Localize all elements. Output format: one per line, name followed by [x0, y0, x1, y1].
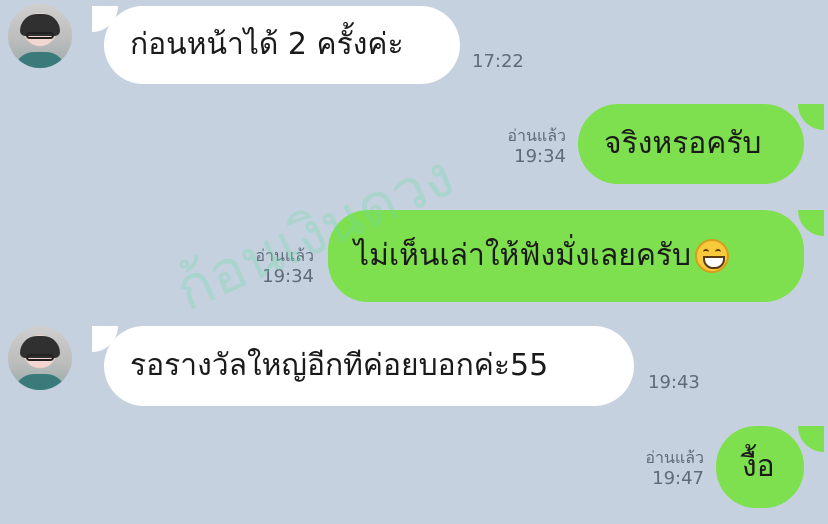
- outgoing-message-bubble[interactable]: ไม่เห็นเล่าให้ฟังมั่งเลยครับ: [328, 210, 804, 302]
- grinning-face-emoji-icon: [695, 239, 730, 273]
- read-receipt: อ่านแล้ว: [255, 246, 314, 265]
- message-meta: อ่านแล้ว 19:47: [645, 448, 704, 491]
- outgoing-message-bubble[interactable]: งื้อ: [716, 426, 804, 508]
- bubble-tail: [798, 426, 824, 452]
- message-text: รอรางวัลใหญ่อีกทีค่อยบอกค่ะ55: [130, 348, 549, 383]
- outgoing-message-bubble[interactable]: จริงหรอครับ: [578, 104, 804, 184]
- message-time: 19:47: [652, 468, 704, 489]
- contact-avatar[interactable]: [8, 326, 72, 390]
- message-time: 19:43: [648, 372, 700, 393]
- incoming-message-bubble[interactable]: รอรางวัลใหญ่อีกทีค่อยบอกค่ะ55: [104, 326, 634, 406]
- bubble-tail: [798, 210, 824, 236]
- avatar-shirt: [14, 374, 66, 390]
- read-receipt: อ่านแล้ว: [645, 448, 704, 467]
- message-text: จริงหรอครับ: [604, 126, 762, 161]
- message-meta: อ่านแล้ว 19:34: [507, 126, 566, 169]
- message-text: ไม่เห็นเล่าให้ฟังมั่งเลยครับ: [354, 238, 692, 273]
- message-text: ก่อนหน้าได้ 2 ครั้งค่ะ: [130, 27, 404, 62]
- avatar-glasses: [26, 32, 54, 39]
- message-text: งื้อ: [742, 449, 775, 484]
- incoming-message-bubble[interactable]: ก่อนหน้าได้ 2 ครั้งค่ะ: [104, 6, 460, 84]
- read-receipt: อ่านแล้ว: [507, 126, 566, 145]
- avatar-shirt: [14, 52, 66, 68]
- contact-avatar[interactable]: [8, 4, 72, 68]
- avatar-glasses: [26, 354, 54, 361]
- message-time: 19:34: [514, 146, 566, 167]
- message-time: 17:22: [472, 51, 524, 72]
- message-time: 19:34: [262, 266, 314, 287]
- message-meta: อ่านแล้ว 19:34: [255, 246, 314, 289]
- bubble-tail: [798, 104, 824, 130]
- emoji-mouth: [703, 256, 726, 269]
